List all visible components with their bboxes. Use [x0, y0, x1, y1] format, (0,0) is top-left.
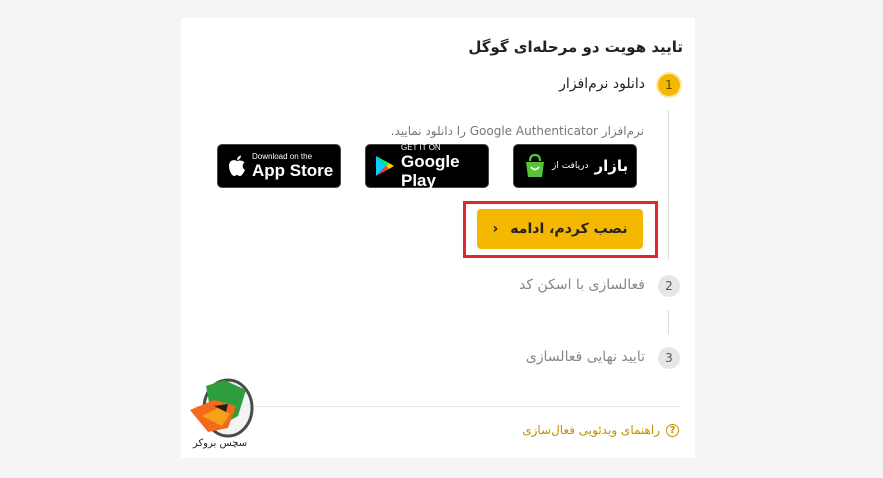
google-play-small-text: GET IT ON [401, 142, 441, 152]
apple-icon [228, 155, 246, 177]
continue-button[interactable]: نصب کردم، ادامه ‹ [477, 209, 643, 249]
app-store-download-button[interactable]: Download on the App Store [217, 144, 341, 188]
step-connector [668, 310, 669, 334]
continue-button-label: نصب کردم، ادامه [510, 221, 628, 237]
logo-text: سچس بروکر [192, 438, 248, 449]
download-instructions: نرم‌افزار Google Authenticator را دانلود… [390, 124, 644, 138]
divider [193, 406, 679, 407]
question-circle-icon: ? [666, 423, 679, 437]
watermark-logo: سچس بروکر [184, 376, 256, 456]
two-factor-card: تایید هویت دو مرحله‌ای گوگل 1 دانلود نرم… [181, 18, 695, 458]
step-3-label: تایید نهایی فعالسازی [525, 349, 645, 365]
google-play-icon [375, 155, 395, 177]
google-play-download-button[interactable]: GET IT ON Google Play [365, 142, 489, 190]
step-1-number: 1 [658, 74, 680, 96]
step-2-number: 2 [658, 275, 680, 297]
step-1-label: دانلود نرم‌افزار [559, 76, 645, 92]
video-guide-link[interactable]: ? راهنمای ویدئویی فعال‌سازی [522, 423, 679, 437]
step-3-number: 3 [658, 347, 680, 369]
bazaar-big-text: بازار [594, 156, 629, 175]
chevron-left-icon: ‹ [492, 221, 499, 237]
page-title: تایید هویت دو مرحله‌ای گوگل [468, 38, 683, 56]
google-play-big-text: Google Play [401, 151, 460, 190]
bazaar-small-text: دریافت از [552, 160, 589, 171]
app-store-big-text: App Store [252, 161, 334, 180]
step-connector [668, 110, 669, 260]
bazaar-bag-icon [524, 153, 546, 179]
video-guide-label: راهنمای ویدئویی فعال‌سازی [522, 423, 660, 437]
step-2-label: فعالسازی با اسکن کد [519, 277, 645, 293]
bazaar-download-button[interactable]: دریافت از بازار [513, 144, 637, 188]
logo-emblem-icon [190, 378, 254, 438]
app-store-small-text: Download on the [252, 152, 313, 161]
